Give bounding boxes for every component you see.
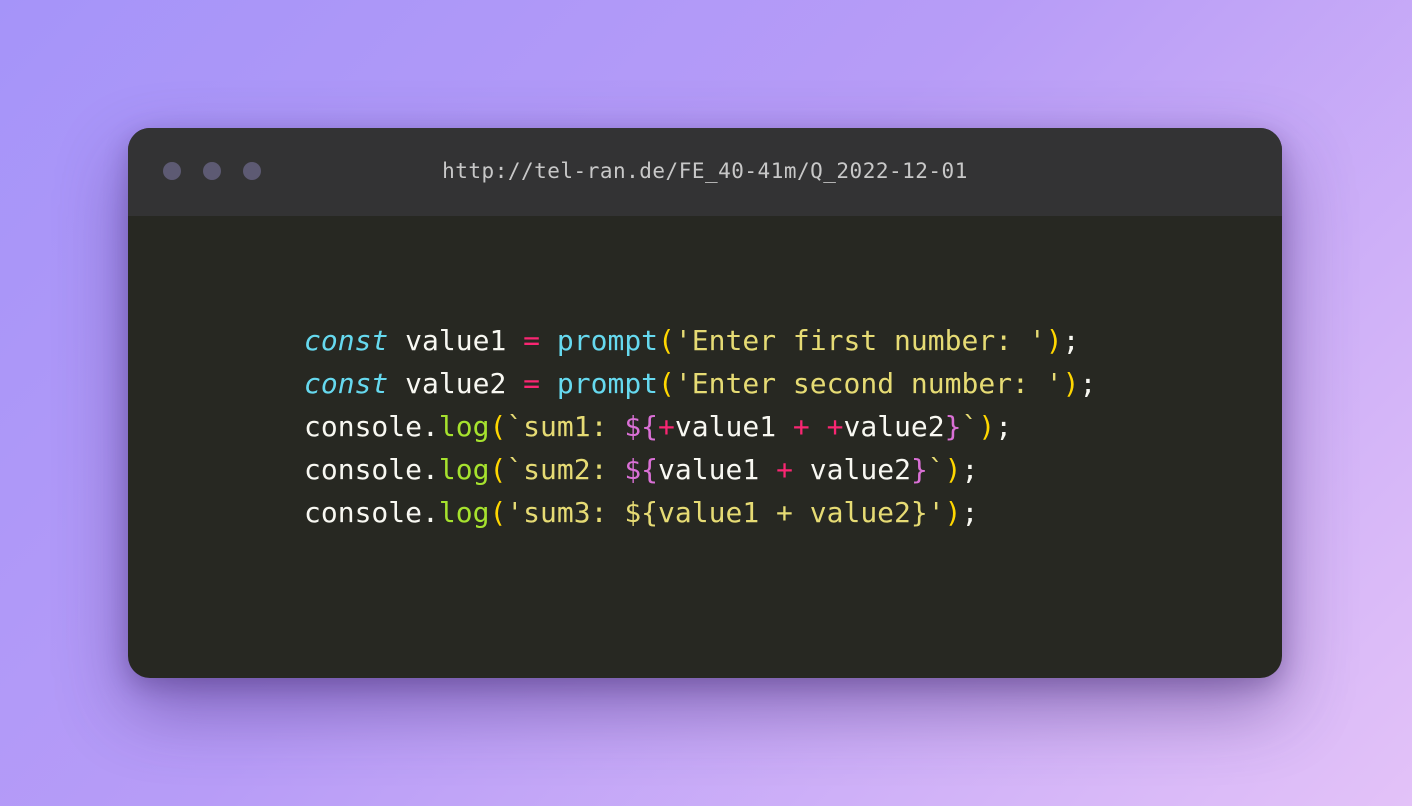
code-token: ;	[1079, 367, 1097, 400]
code-token: )	[1062, 367, 1080, 400]
code-token: log	[438, 453, 490, 486]
code-token: (	[658, 367, 675, 400]
code-token: ;	[961, 453, 979, 486]
code-token: )	[944, 496, 962, 529]
code-token: ${	[624, 410, 659, 443]
code-token: prompt	[556, 324, 659, 357]
code-token: +	[776, 453, 793, 486]
code-token: value2	[843, 410, 945, 443]
code-token: ;	[995, 410, 1013, 443]
code-token: +	[658, 410, 675, 443]
code-token: 'sum3: ${value1 + value2}'	[506, 496, 945, 529]
code-window: http://tel-ran.de/FE_40-41m/Q_2022-12-01…	[128, 128, 1282, 678]
code-token: prompt	[556, 367, 659, 400]
code-line: console.log('sum3: ${value1 + value2}');	[304, 491, 1096, 534]
code-token: }	[944, 410, 962, 443]
code-token: =	[523, 324, 541, 357]
code-token: =	[523, 367, 541, 400]
code-token: value1	[674, 410, 777, 443]
code-token: log	[438, 496, 490, 529]
code-token: .	[422, 496, 439, 529]
code-token: `	[961, 410, 979, 443]
code-token: (	[658, 324, 675, 357]
code-token: console	[304, 496, 423, 529]
code-token: value1	[658, 453, 760, 486]
window-titlebar: http://tel-ran.de/FE_40-41m/Q_2022-12-01	[128, 128, 1282, 216]
code-token: value1	[405, 324, 507, 357]
code-token: )	[944, 453, 962, 486]
code-token: (	[489, 496, 507, 529]
code-token: }	[910, 453, 928, 486]
code-token: console	[304, 453, 423, 486]
code-token: console	[304, 410, 423, 443]
code-token: 'Enter first number: '	[674, 324, 1046, 357]
code-line: console.log(`sum1: ${+value1 + +value2}`…	[304, 405, 1096, 448]
window-title-url: http://tel-ran.de/FE_40-41m/Q_2022-12-01	[442, 159, 968, 183]
code-token: `	[927, 453, 945, 486]
code-line: const value1 = prompt('Enter first numbe…	[304, 319, 1096, 362]
code-token: value2	[405, 367, 507, 400]
code-line: console.log(`sum2: ${value1 + value2}`);	[304, 448, 1096, 491]
code-token: .	[422, 453, 439, 486]
code-token: +	[792, 410, 810, 443]
code-token: )	[1045, 324, 1063, 357]
code-token: (	[489, 453, 507, 486]
code-token: ;	[1062, 324, 1080, 357]
code-token: 'Enter second number: '	[674, 367, 1063, 400]
code-token: .	[422, 410, 439, 443]
code-token: +	[826, 410, 844, 443]
code-token: `sum2:	[506, 453, 625, 486]
code-token: value2	[809, 453, 911, 486]
code-token: )	[978, 410, 996, 443]
code-block[interactable]: const value1 = prompt('Enter first numbe…	[304, 319, 1096, 534]
code-line: const value2 = prompt('Enter second numb…	[304, 362, 1096, 405]
code-token: ${	[624, 453, 659, 486]
code-token: ;	[961, 496, 979, 529]
code-token: const	[304, 367, 389, 400]
code-token: `sum1:	[506, 410, 625, 443]
code-token: (	[489, 410, 507, 443]
code-token: log	[438, 410, 490, 443]
code-token: const	[304, 324, 389, 357]
